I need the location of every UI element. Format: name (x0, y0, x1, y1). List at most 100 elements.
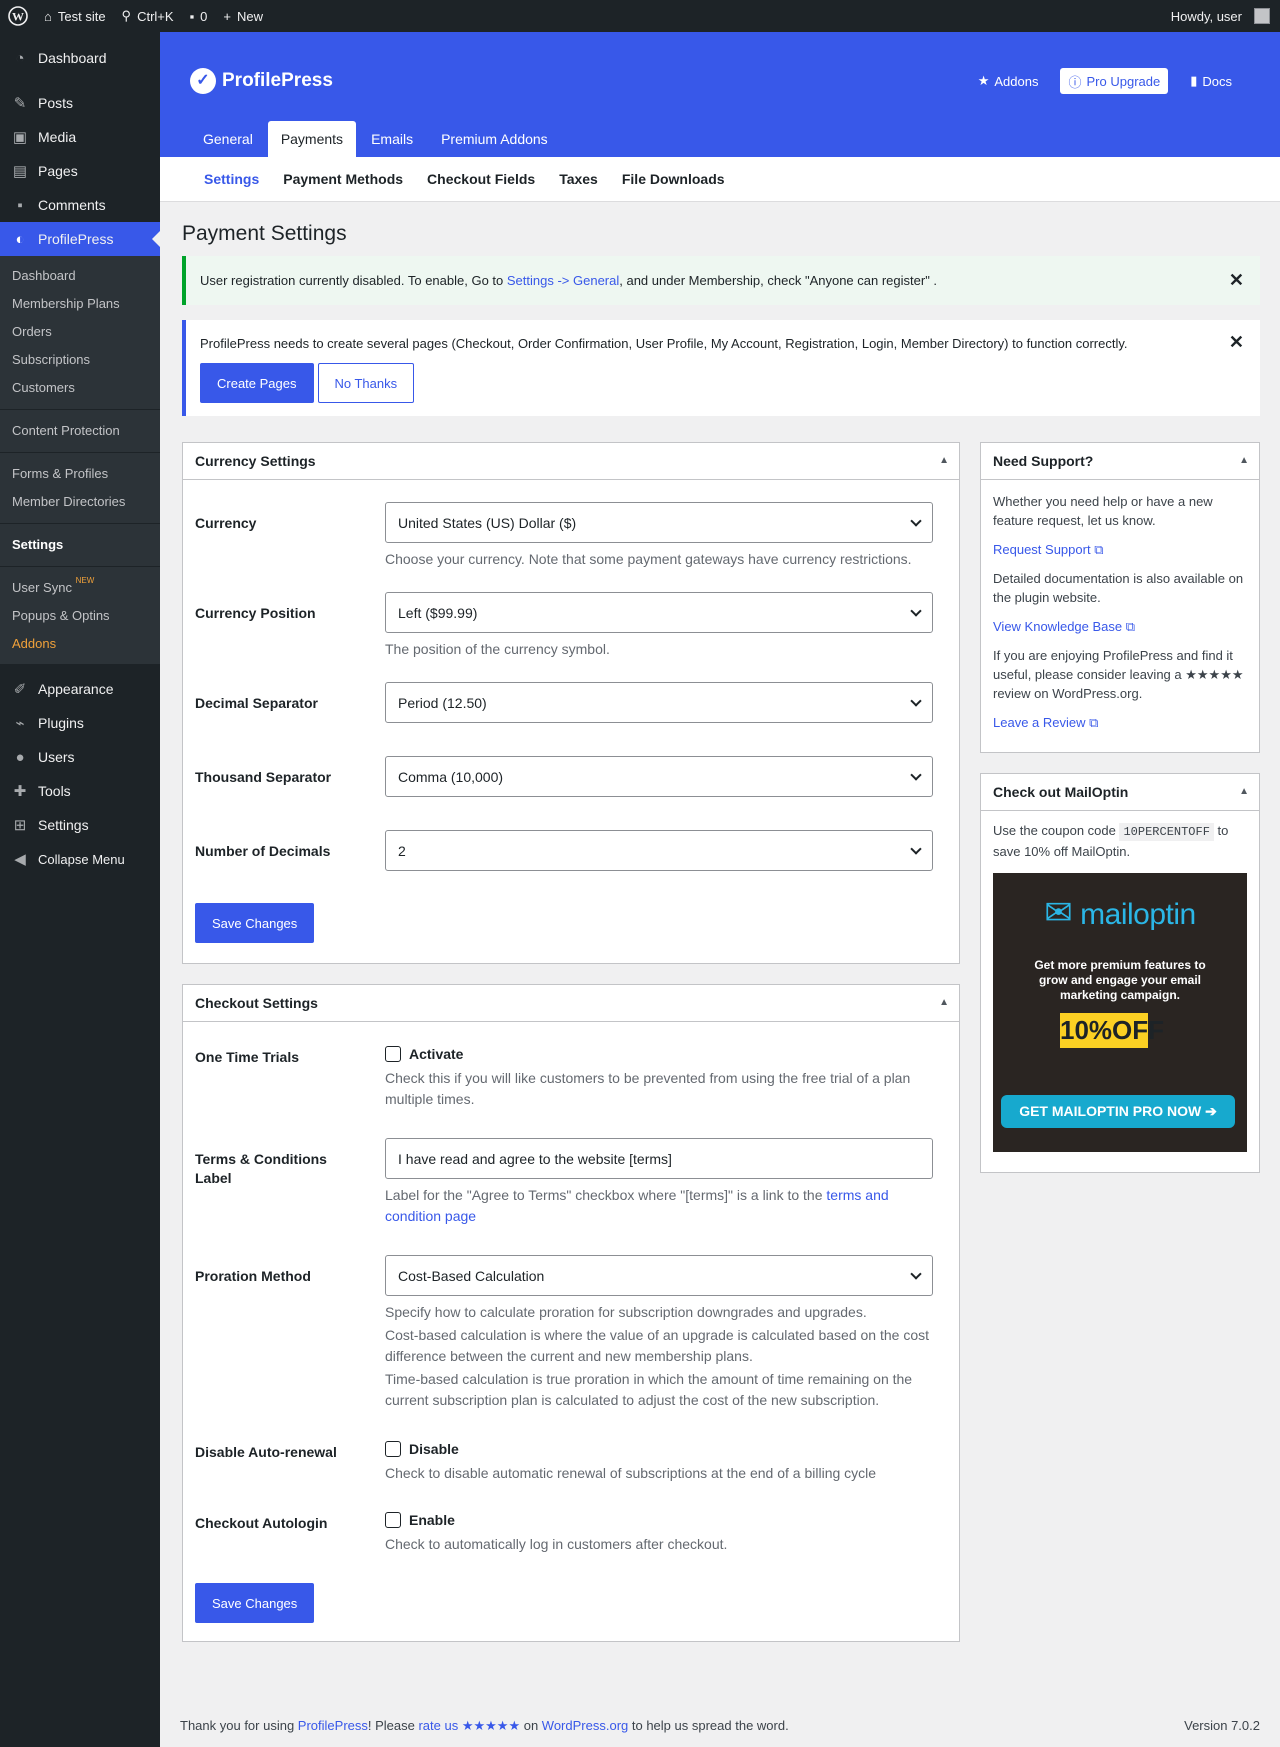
submenu-customers[interactable]: Customers (0, 374, 160, 402)
menu-label: Dashboard (38, 50, 107, 66)
pages-icon: ▤ (12, 163, 28, 180)
submenu-membership-plans[interactable]: Membership Plans (0, 290, 160, 318)
tab-general[interactable]: General (190, 121, 266, 157)
new-label: New (237, 8, 264, 24)
rate-us-link[interactable]: rate us ★★★★★ (418, 1718, 520, 1733)
submenu-dashboard[interactable]: Dashboard (0, 262, 160, 290)
proration-method-select[interactable]: Cost-Based Calculation (385, 1255, 933, 1296)
disable-auto-renewal-row: Disable Auto-renewal Disable Check to di… (183, 1441, 959, 1484)
tab-payments[interactable]: Payments (267, 121, 357, 157)
addons-link[interactable]: ★ Addons (970, 68, 1047, 94)
currency-select[interactable]: United States (US) Dollar ($) (385, 502, 933, 543)
disable-checkbox[interactable]: Disable (385, 1441, 933, 1457)
request-support-link[interactable]: Request Support (993, 542, 1091, 557)
submenu-member-directories[interactable]: Member Directories (0, 488, 160, 516)
comments-link[interactable]: ▪ 0 (182, 0, 216, 32)
menu-dashboard[interactable]: ◔ Dashboard (0, 41, 160, 75)
profilepress-link[interactable]: ProfilePress (298, 1718, 368, 1733)
search-shortcut[interactable]: ⚲ Ctrl+K (114, 0, 182, 32)
subtab-taxes[interactable]: Taxes (559, 171, 598, 187)
input-value: I have read and agree to the website [te… (398, 1150, 672, 1167)
get-mailoptin-pro-button[interactable]: GET MAILOPTIN PRO NOW ➔ (1001, 1095, 1235, 1128)
subtab-settings[interactable]: Settings (204, 171, 259, 187)
select-value: 2 (398, 842, 406, 859)
submenu-forms-profiles[interactable]: Forms & Profiles (0, 460, 160, 488)
currency-position-select[interactable]: Left ($99.99) (385, 592, 933, 633)
select-value: United States (US) Dollar ($) (398, 514, 577, 531)
menu-appearance[interactable]: ✐ Appearance (0, 672, 160, 706)
menu-comments[interactable]: ▪ Comments (0, 188, 160, 222)
subtab-checkout-fields[interactable]: Checkout Fields (427, 171, 535, 187)
pro-upgrade-button[interactable]: ⓘ Pro Upgrade (1060, 68, 1169, 94)
terms-label-input[interactable]: I have read and agree to the website [te… (385, 1138, 933, 1179)
profilepress-logo: ✓ ProfilePress (190, 68, 333, 94)
submenu-subscriptions[interactable]: Subscriptions (0, 346, 160, 374)
mailoptin-header[interactable]: Check out MailOptin ▲ (981, 774, 1259, 811)
number-of-decimals-select[interactable]: 2 (385, 830, 933, 871)
header-links: ★ Addons ⓘ Pro Upgrade ▮ Docs (970, 68, 1240, 94)
checkout-settings-header[interactable]: Checkout Settings ▲ (183, 985, 959, 1022)
menu-label: Appearance (38, 681, 114, 697)
wrench-icon: ✚ (13, 783, 27, 800)
mailoptin-promo-banner[interactable]: ✉ mailoptin Get more premium features to… (993, 873, 1247, 1152)
menu-profilepress[interactable]: ◐ ProfilePress (0, 222, 160, 256)
site-name-link[interactable]: ⌂ Test site (36, 0, 114, 32)
save-changes-button[interactable]: Save Changes (195, 1583, 315, 1623)
collapse-arrow-icon[interactable]: ▲ (1239, 443, 1249, 479)
submenu-user-sync[interactable]: User Sync NEW (0, 574, 160, 602)
mailoptin-logo-icon: ✉ (1044, 894, 1073, 932)
collapse-arrow-icon[interactable]: ▲ (1239, 774, 1249, 810)
tab-premium-addons[interactable]: Premium Addons (428, 121, 561, 157)
one-time-trials-row: One Time Trials Activate Check this if y… (183, 1046, 959, 1110)
submenu-popups-optins[interactable]: Popups & Optins (0, 602, 160, 630)
need-support-header[interactable]: Need Support? ▲ (981, 443, 1259, 480)
menu-tools[interactable]: ✚ Tools (0, 774, 160, 808)
tab-emails[interactable]: Emails (358, 121, 426, 157)
thousand-separator-select[interactable]: Comma (10,000) (385, 756, 933, 797)
wordpress-logo-icon[interactable]: W (0, 0, 36, 32)
menu-media[interactable]: ▣ Media (0, 120, 160, 154)
subtab-payment-methods[interactable]: Payment Methods (283, 171, 403, 187)
registration-notice: User registration currently disabled. To… (182, 256, 1260, 305)
general-settings-link[interactable]: Settings -> General (507, 273, 619, 288)
menu-label: Posts (38, 95, 74, 111)
submenu-addons[interactable]: Addons (0, 630, 160, 658)
profilepress-icon: ◐ (15, 230, 25, 248)
select-value: Comma (10,000) (398, 768, 504, 785)
support-text: If you are enjoying ProfilePress and fin… (993, 648, 1244, 701)
field-label: Number of Decimals (195, 843, 331, 859)
close-icon[interactable]: ✕ (1229, 332, 1244, 353)
wordpress-org-link[interactable]: WordPress.org (542, 1718, 628, 1733)
collapse-arrow-icon[interactable]: ▲ (939, 443, 949, 479)
currency-settings-header[interactable]: Currency Settings ▲ (183, 443, 959, 480)
knowledge-base-link[interactable]: View Knowledge Base (993, 619, 1122, 634)
checkbox-box[interactable] (385, 1441, 401, 1457)
leave-review-link[interactable]: Leave a Review (993, 715, 1086, 730)
collapse-arrow-icon[interactable]: ▲ (939, 985, 949, 1021)
submenu-orders[interactable]: Orders (0, 318, 160, 346)
menu-plugins[interactable]: ⌁ Plugins (0, 706, 160, 740)
checkout-autologin-row: Checkout Autologin Enable Check to autom… (183, 1512, 959, 1555)
support-text: Detailed documentation is also available… (993, 571, 1244, 605)
menu-posts[interactable]: ✎ Posts (0, 86, 160, 120)
new-content-link[interactable]: + New (215, 0, 271, 32)
account-menu[interactable]: Howdy, user (1163, 0, 1280, 32)
menu-users[interactable]: ● Users (0, 740, 160, 774)
activate-checkbox[interactable]: Activate (385, 1046, 933, 1062)
decimal-separator-select[interactable]: Period (12.50) (385, 682, 933, 723)
menu-label: Pages (38, 163, 78, 179)
create-pages-button[interactable]: Create Pages (200, 363, 314, 403)
subtab-file-downloads[interactable]: File Downloads (622, 171, 725, 187)
checkbox-box[interactable] (385, 1046, 401, 1062)
menu-pages[interactable]: ▤ Pages (0, 154, 160, 188)
submenu-settings[interactable]: Settings (0, 531, 160, 559)
menu-settings[interactable]: ⊞ Settings (0, 808, 160, 842)
enable-checkbox[interactable]: Enable (385, 1512, 933, 1528)
collapse-menu-button[interactable]: ◀ Collapse Menu (0, 842, 160, 876)
docs-link[interactable]: ▮ Docs (1182, 68, 1240, 94)
close-icon[interactable]: ✕ (1229, 256, 1244, 305)
submenu-content-protection[interactable]: Content Protection (0, 417, 160, 445)
save-changes-button[interactable]: Save Changes (195, 903, 315, 943)
checkbox-box[interactable] (385, 1512, 401, 1528)
no-thanks-button[interactable]: No Thanks (317, 363, 415, 403)
